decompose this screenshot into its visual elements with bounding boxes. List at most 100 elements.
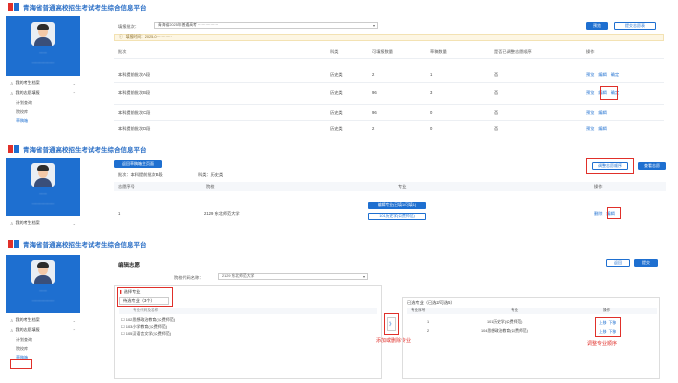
avatar [31,163,55,187]
submit-button[interactable]: 提交 [634,259,658,267]
info-icon: ⓘ [119,35,123,39]
caret-down-icon: ▾ [372,23,375,28]
panel-draft-list: 青海省普通高校招生考试考生综合信息平台 ······ ·············… [0,0,678,140]
major-option[interactable]: ☐ 102思想政治教育(公费师范) [121,317,175,323]
note-order: 调整专业顺序 [587,341,618,347]
sidebar-item-schools[interactable]: 院校库 [6,344,80,353]
user-id: ················· [31,201,55,206]
move-up-link[interactable]: 上移 [599,321,607,325]
person-icon: ♙ [10,327,14,333]
submit-volunteer-button[interactable]: 提交志愿表 [614,22,656,30]
col-actions: 操作 [594,184,603,189]
col-draft: 草稿数量 [430,49,447,54]
avatar [31,260,55,284]
panel-draft-detail: 青海省普通高校招生考试考生综合信息平台 ······ ·············… [0,140,678,235]
checkbox-icon[interactable]: ☐ [121,324,125,329]
preview-link[interactable]: 预览 [586,126,594,131]
user-card: ······ ················· [6,16,80,76]
preview-link[interactable]: 预览 [586,110,594,115]
selected-majors-panel: 已选专业（已选2/可选5） 专业序号 专业 操作 1 101历史学(公费师范) … [402,297,660,379]
batch-select[interactable]: 青海省2025年普通高考 ················ ▾ [154,22,378,29]
sidebar-item-plan[interactable]: 计划查询 [6,335,80,344]
sidebar-item-volunteer[interactable]: ♙ 我的志愿填报 ⌃ [6,88,80,98]
app-header: 青海省普通高校招生考试考生综合信息平台 [0,237,678,251]
chevron-up-icon: ⌃ [72,327,76,333]
major-tag: 101历史学(公费师范) [368,213,426,220]
sidebar-item-volunteer[interactable]: ♙ 我的志愿填报 ⌃ [6,325,80,335]
person-icon: ♙ [10,90,14,96]
checkbox-icon[interactable]: ☐ [121,331,125,336]
add-major-button[interactable]: 》 [387,317,396,331]
batch-info: 批次：本科提前批次B段 [118,172,163,177]
draft-detail-content: 返回草稿箱主页面 批次：本科提前批次B段 科类：历史类 调整志愿顺序 查看志愿 … [86,158,672,235]
col-actions: 操作 [603,308,611,312]
chevron-down-icon: ⌄ [72,80,76,86]
delete-link[interactable]: 删除 [594,211,602,216]
edit-volunteer-content: 编辑志愿 返回 提交 院校代码名称： 2129 东北师范大学 ▾ ❚ 选择专业 待… [86,257,672,381]
sidebar-item-profile[interactable]: ♙ 我的考生档案 ⌄ [6,315,80,325]
person-icon: ♙ [10,80,14,86]
sidebar-item-plan[interactable]: 计划查询 [6,98,80,107]
col-adjusted: 是否已调整志愿顺序 [494,49,532,54]
select-major-label: ❚ 选择专业 [119,289,141,294]
col-seq: 志愿序号 [118,184,135,189]
col-major: 专业 [398,184,407,189]
sidebar-item-drafts[interactable]: 草稿箱 [6,116,80,125]
logo-icon [8,3,19,11]
chevron-up-icon: ⌃ [72,90,76,96]
school-label: 院校代码名称： [174,275,204,280]
move-down-link[interactable]: 下移 [609,330,617,334]
user-id: ················· [31,60,55,65]
preview-link[interactable]: 预览 [586,90,594,95]
sidebar-item-drafts[interactable]: 草稿箱 [6,353,80,362]
notice-bar: ⓘ 填报时间：2025-0············ [114,34,664,41]
person-icon: ♙ [10,317,14,323]
app-title: 青海省普通高校招生考试考生综合信息平台 [23,147,147,154]
col-type: 科类 [330,49,339,54]
side-menu: ♙ 我的考生档案 ⌄ ♙ 我的志愿填报 ⌃ 计划查询 院校库 草稿箱 [6,78,80,125]
col-seq: 专业序号 [411,308,426,312]
adjust-order-button[interactable]: 调整志愿顺序 [592,162,628,170]
sidebar-item-profile[interactable]: ♙ 我的考生档案 ⌄ [6,218,80,228]
move-up-link[interactable]: 上移 [599,330,607,334]
confirm-link[interactable]: 确定 [611,72,619,77]
selected-title: 已选专业（已选2/可选5） [407,300,455,305]
type-info: 科类：历史类 [198,172,224,177]
user-card: ······ ················· [6,158,80,216]
major-option[interactable]: ☐ 105汉语言文学(公费师范) [121,331,171,337]
edit-link[interactable]: 编辑 [598,110,606,115]
back-button[interactable]: 返回 [606,259,630,267]
edit-link[interactable]: 编辑 [598,126,606,131]
user-card: ······ ················· [6,255,80,313]
app-title: 青海省普通高校招生考试考生综合信息平台 [23,5,147,12]
sidebar-item-schools[interactable]: 院校库 [6,107,80,116]
app-header: 青海省普通高校招生考试考生综合信息平台 [0,0,678,14]
available-majors-panel: ❚ 选择专业 待选专业（3个） 专业代码及名称 ☐ 102思想政治教育(公费师范… [114,285,382,379]
edit-link[interactable]: 编辑 [598,90,606,95]
page-title: 编辑志愿 [118,263,141,269]
edit-major-button[interactable]: 编辑专业(已填1/可填1) [368,202,426,209]
filter-label: 填报批次： [118,24,139,29]
confirm-link[interactable]: 确定 [611,90,619,95]
sidebar-item-profile[interactable]: ♙ 我的考生档案 ⌄ [6,78,80,88]
preview-button[interactable]: 预览 [586,22,608,30]
col-max: 可填报数量 [372,49,393,54]
major-list-header: 专业代码及名称 [119,308,377,314]
col-batch: 批次 [118,49,127,54]
major-option[interactable]: ☐ 103小学教育(公费师范) [121,324,167,330]
sidebar: ······ ················· ♙ 我的考生档案 ⌄ [6,158,80,235]
school-select[interactable]: 2129 东北师范大学 ▾ [218,273,368,280]
back-to-drafts-button[interactable]: 返回草稿箱主页面 [114,160,162,168]
draft-content: 填报批次： 青海省2025年普通高考 ················ ▾ 预览 … [86,18,672,138]
edit-link[interactable]: 编辑 [606,211,614,216]
edit-link[interactable]: 编辑 [598,72,606,77]
col-actions: 操作 [586,49,595,54]
tab-available-majors[interactable]: 待选专业（3个） [119,297,169,305]
move-down-link[interactable]: 下移 [609,321,617,325]
user-id: ················· [31,298,55,303]
sidebar: ······ ················· ♙ 我的考生档案 ⌄ ♙ 我的志愿填… [6,255,80,383]
view-volunteer-button[interactable]: 查看志愿 [638,162,666,170]
chevron-down-icon: ⌄ [72,317,76,323]
checkbox-icon[interactable]: ☐ [121,317,125,322]
preview-link[interactable]: 预览 [586,72,594,77]
